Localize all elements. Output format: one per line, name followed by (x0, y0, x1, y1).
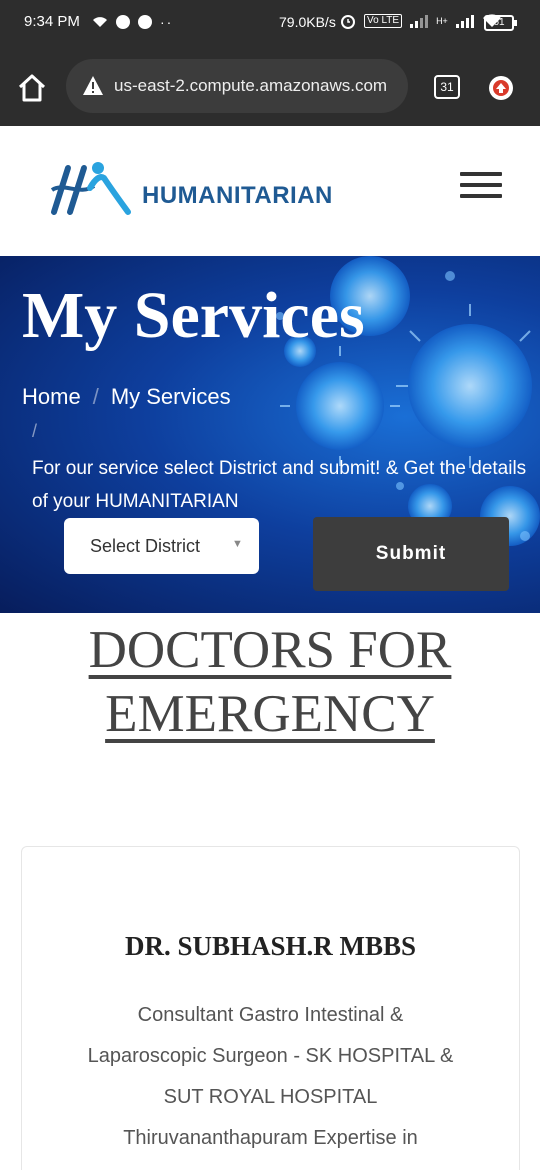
network-speed: 79.0KB/s (279, 14, 336, 30)
section-heading-line2: EMERGENCY (105, 685, 435, 743)
breadcrumb-home-link[interactable]: Home (22, 384, 81, 410)
warning-icon[interactable] (82, 75, 104, 97)
doctor-description-line: SUT ROYAL HOSPITAL (163, 1086, 378, 1108)
hero-banner: My Services Home / My Services / For our… (0, 256, 540, 613)
submit-button[interactable]: Submit (313, 517, 509, 591)
address-bar[interactable]: us-east-2.compute.amazonaws.com (66, 59, 408, 113)
menu-line (460, 183, 502, 187)
menu-line (460, 194, 502, 198)
hamburger-menu-button[interactable] (460, 172, 502, 202)
logo-text[interactable]: HUMANITARIAN (142, 182, 333, 210)
browser-toolbar: us-east-2.compute.amazonaws.com 31 (0, 46, 540, 126)
breadcrumb-trailing-separator: / (32, 421, 38, 441)
more-notifications-icon: ·· (160, 14, 174, 30)
section-heading: DOCTORS FOR EMERGENCY (0, 618, 540, 746)
battery-icon: 61 (484, 15, 517, 31)
doctor-description: Consultant Gastro Intestinal & Laparosco… (22, 995, 519, 1159)
chat-icon (116, 15, 130, 29)
update-button[interactable] (489, 76, 513, 100)
message-icon (138, 15, 152, 29)
volte-icon: Vo LTE (364, 14, 403, 28)
hero-description: For our service select District and subm… (32, 458, 527, 512)
status-bar: 9:34 PM ·· 79.0KB/s Vo LTE H+ 61 (0, 0, 540, 46)
doctor-description-line: Thiruvananthapuram Expertise in (123, 1127, 418, 1149)
home-icon (18, 74, 46, 102)
district-select-value: Select District (90, 536, 201, 556)
doctor-card: DR. SUBHASH.R MBBS Consultant Gastro Int… (21, 846, 520, 1170)
doctor-description-line: Consultant Gastro Intestinal & (137, 1004, 404, 1026)
system-icons: Vo LTE H+ (340, 13, 502, 29)
breadcrumb-current: My Services (110, 384, 231, 409)
menu-line (460, 172, 502, 176)
doctor-name: DR. SUBHASH.R MBBS (124, 931, 417, 961)
signal-icon-1 (410, 14, 429, 28)
chevron-down-icon: ▼ (232, 538, 243, 550)
url-text[interactable]: us-east-2.compute.amazonaws.com (114, 76, 387, 96)
wifi-small-icon (93, 17, 107, 27)
network-type: H+ (436, 16, 448, 26)
home-button[interactable] (14, 70, 50, 106)
alarm-icon (341, 15, 355, 29)
district-select[interactable]: Select District ▼ (64, 518, 259, 574)
notification-icons: ·· (92, 14, 173, 30)
status-time: 9:34 PM (24, 13, 80, 30)
doctor-description-line: Laparoscopic Surgeon - SK HOSPITAL & (87, 1045, 454, 1067)
signal-icon-2 (455, 14, 474, 28)
update-arrow-icon (493, 80, 509, 96)
breadcrumb: Home / My Services (22, 384, 231, 410)
breadcrumb-separator: / (92, 384, 99, 409)
section-heading-line1: DOCTORS FOR (88, 621, 452, 679)
site-header: HUMANITARIAN (0, 126, 540, 256)
tabs-button[interactable]: 31 (434, 75, 460, 99)
humanitarian-logo-icon[interactable] (50, 160, 132, 220)
page-title: My Services (22, 279, 365, 352)
